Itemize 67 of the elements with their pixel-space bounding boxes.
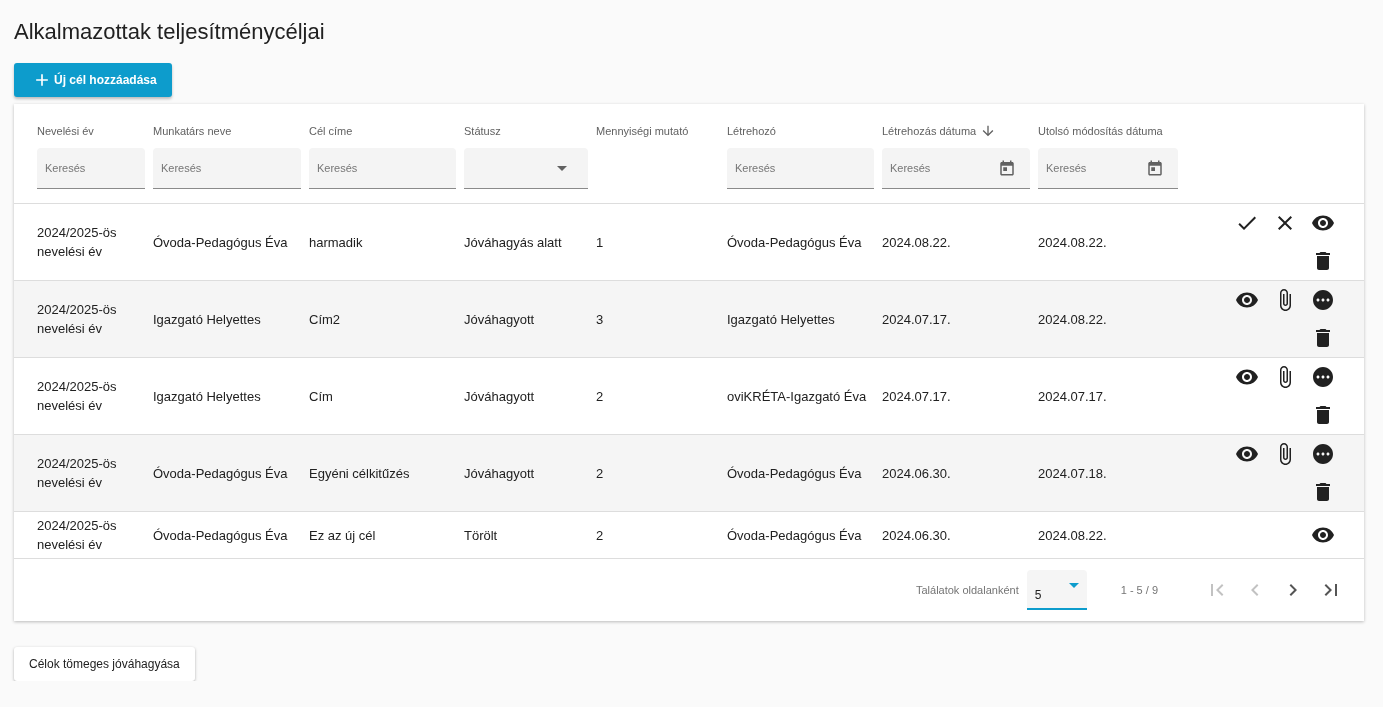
table-cell-text: Óvoda-Pedagógus Éva: [727, 526, 862, 545]
table-cell-text: Óvoda-Pedagógus Éva: [727, 464, 862, 483]
date-field[interactable]: Keresés: [882, 148, 1030, 189]
table-cell-text: 1: [596, 233, 604, 252]
page-range: 1 - 5 / 9: [1120, 584, 1158, 596]
table-cell-text: 2024.07.17.: [1038, 387, 1107, 406]
table-cell-text: Ez az új cél: [309, 526, 376, 545]
more-icon: [1311, 442, 1335, 466]
table-cell-text: Óvoda-Pedagógus Éva: [153, 526, 288, 545]
table-cell-text: Egyéni célkitűzés: [309, 464, 410, 483]
table-cell-text: 2: [596, 464, 604, 483]
table-cell-text: 2024.08.22.: [882, 233, 951, 252]
table-cell-text: Cím: [309, 387, 333, 406]
page-title: Alkalmazottak teljesítménycéljai: [14, 19, 325, 45]
column-header[interactable]: Létrehozó: [727, 124, 776, 137]
table-cell-text: Jóváhagyott: [464, 464, 535, 483]
table-cell-text: 2024.08.22.: [1038, 233, 1107, 252]
table-cell-text: 2024/2025-ös nevelési év: [37, 224, 118, 261]
table-cell-text: 2024/2025-ös nevelési év: [37, 517, 118, 554]
search-field[interactable]: Keresés: [37, 148, 145, 189]
column-header[interactable]: Státusz: [464, 124, 501, 137]
calendar-icon[interactable]: [1146, 159, 1164, 177]
table-cell-text: Jóváhagyott: [464, 310, 535, 329]
table-cell-text: Jóváhagyás alatt: [464, 233, 562, 252]
table-cell-text: 2024.07.18.: [1038, 464, 1107, 483]
date-field[interactable]: Keresés: [1038, 148, 1178, 189]
column-header[interactable]: Mennyiségi mutató: [596, 124, 689, 137]
more-icon: [1311, 365, 1335, 389]
search-field[interactable]: Keresés: [727, 148, 874, 189]
table-cell-text: Jóváhagyott: [464, 387, 535, 406]
column-header[interactable]: Nevelési év: [37, 124, 94, 137]
table-cell-text: 2: [596, 526, 604, 545]
search-field[interactable]: Keresés: [309, 148, 456, 189]
table-cell-text: 2024.07.17.: [882, 310, 951, 329]
dropdown-arrow-icon: [1068, 583, 1079, 588]
table-cell-text: Törölt: [464, 526, 498, 545]
bulk-approve-button[interactable]: Célok tömeges jóváhagyása: [14, 647, 195, 681]
table-cell-text: 2024.06.30.: [882, 464, 951, 483]
calendar-icon[interactable]: [998, 159, 1016, 177]
table-cell-text: Igazgató Helyettes: [727, 310, 835, 329]
table-cell-text: 2024.08.22.: [1038, 310, 1107, 329]
dropdown-arrow-icon: [557, 165, 567, 171]
table-cell-text: 2024/2025-ös nevelési év: [37, 378, 118, 415]
column-header[interactable]: Utolsó módosítás dátuma: [1038, 124, 1163, 137]
table-cell-text: 2024/2025-ös nevelési év: [37, 301, 118, 338]
table-cell-text: 2024.06.30.: [882, 526, 951, 545]
table-cell-text: Óvoda-Pedagógus Éva: [153, 233, 288, 252]
table-cell-text: 2024.07.17.: [882, 387, 951, 406]
column-header[interactable]: Létrehozás dátuma: [882, 124, 977, 137]
table-cell-text: harmadik: [309, 233, 363, 252]
search-field[interactable]: Keresés: [153, 148, 301, 189]
column-header[interactable]: Munkatárs neve: [153, 124, 232, 137]
table-cell-text: Cím2: [309, 310, 341, 329]
table-cell-text: Igazgató Helyettes: [153, 310, 261, 329]
table-cell-text: 2024.08.22.: [1038, 526, 1107, 545]
table-cell-text: 2024/2025-ös nevelési év: [37, 455, 118, 492]
status-dropdown[interactable]: [464, 148, 588, 189]
column-header[interactable]: Cél címe: [309, 124, 353, 137]
table-cell-text: oviKRÉTA-Igazgató Éva: [727, 387, 867, 406]
table-cell-text: 2: [596, 387, 604, 406]
page-size-dropdown[interactable]: 5: [1026, 570, 1087, 610]
more-icon: [1311, 288, 1335, 312]
page-size-label: Találatok oldalanként: [915, 584, 1019, 596]
table-cell-text: Óvoda-Pedagógus Éva: [153, 464, 288, 483]
table-cell-text: Igazgató Helyettes: [153, 387, 261, 406]
table-cell-text: 3: [596, 310, 604, 329]
table-cell-text: Óvoda-Pedagógus Éva: [727, 233, 862, 252]
